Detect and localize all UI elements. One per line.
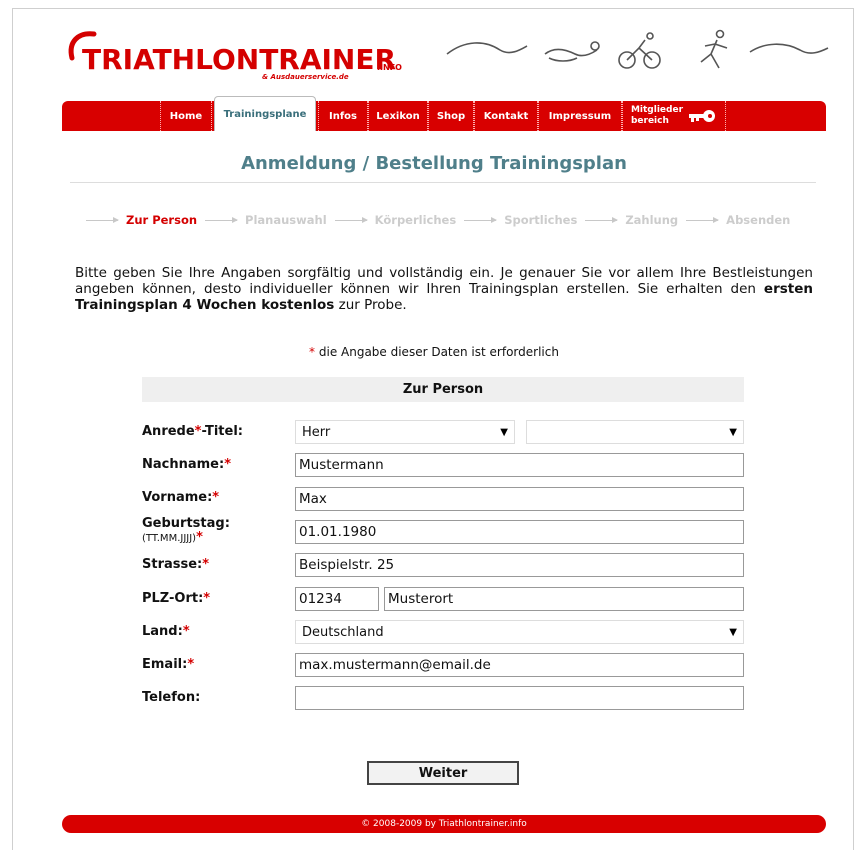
step-absenden: Absenden: [726, 213, 791, 227]
main-nav: Home Trainingsplane Infos Lexikon Shop K…: [62, 96, 826, 131]
step-arrow-icon: [86, 216, 119, 223]
weiter-button[interactable]: Weiter: [367, 761, 519, 785]
step-arrow-icon: [464, 216, 498, 223]
runner-icon: [700, 29, 728, 69]
nachname-label: Nachname:*: [142, 457, 232, 472]
footer-bar: © 2008-2009 by Triathlontrainer.info: [62, 815, 826, 833]
nav-item-mitgliederbereich[interactable]: Mitglieder bereich: [622, 101, 726, 131]
title-divider: [70, 182, 816, 183]
logo-subtitle: & Ausdauerservice.de: [262, 73, 349, 81]
logo-suffix: .INFO: [377, 63, 402, 72]
intro-part-b: zur Probe.: [334, 297, 407, 313]
titel-select[interactable]: ▼: [526, 420, 744, 444]
logo-text[interactable]: TRIATHLONTRAINER: [82, 43, 396, 76]
key-icon: [689, 110, 716, 122]
geburtstag-input[interactable]: 01.01.1980: [295, 520, 744, 544]
anrede-selected-value: Herr: [302, 424, 331, 440]
geburtstag-label: Geburtstag: (TT.MM.JJJJ)*: [142, 516, 230, 545]
cyclist-icon: [618, 32, 661, 69]
vorname-label: Vorname:*: [142, 490, 220, 505]
email-input[interactable]: max.mustermann@email.de: [295, 653, 744, 677]
step-arrow-icon: [205, 216, 239, 223]
step-sportliches: Sportliches: [504, 213, 578, 227]
required-note: * die Angabe dieser Daten ist erforderli…: [0, 345, 868, 359]
progress-steps: Zur Person Planauswahl Körperliches Spor…: [86, 211, 790, 229]
step-zur-person: Zur Person: [126, 213, 198, 227]
strasse-input[interactable]: Beispielstr. 25: [295, 553, 744, 577]
intro-text: Bitte geben Sie Ihre Angaben sorgfältig …: [75, 265, 813, 313]
vorname-input[interactable]: Max: [295, 487, 744, 511]
nav-item-shop[interactable]: Shop: [428, 101, 474, 131]
nav-item-lexikon[interactable]: Lexikon: [368, 101, 428, 131]
anrede-select[interactable]: Herr ▼: [295, 420, 515, 444]
anrede-titel-label: Anrede*-Titel:: [142, 424, 243, 439]
land-select[interactable]: Deutschland ▼: [295, 620, 744, 644]
nav-item-infos[interactable]: Infos: [318, 101, 368, 131]
chevron-down-icon: ▼: [729, 426, 737, 438]
step-koerperliches: Körperliches: [374, 213, 457, 227]
step-arrow-icon: [585, 216, 619, 223]
plz-input[interactable]: 01234: [295, 587, 379, 611]
wave-icon: [749, 43, 829, 54]
member-label-line2: bereich: [630, 116, 669, 126]
telefon-label: Telefon:: [142, 690, 201, 705]
step-arrow-icon: [686, 216, 720, 223]
land-label: Land:*: [142, 624, 190, 639]
swimmer-icon: [544, 41, 600, 62]
ort-input[interactable]: Musterort: [384, 587, 744, 611]
step-arrow-icon: [334, 216, 368, 223]
nachname-input[interactable]: Mustermann: [295, 453, 744, 477]
nav-item-kontakt[interactable]: Kontakt: [474, 101, 538, 131]
land-selected-value: Deutschland: [302, 624, 384, 640]
wave-icon: [446, 42, 528, 55]
chevron-down-icon: ▼: [729, 626, 737, 638]
sports-illustration: [446, 29, 829, 69]
nav-item-impressum[interactable]: Impressum: [538, 101, 622, 131]
page-title: Anmeldung / Bestellung Trainingsplan: [241, 153, 627, 174]
nav-item-trainingsplane[interactable]: Trainingsplane: [214, 96, 316, 131]
step-planauswahl: Planauswahl: [245, 213, 327, 227]
member-label-line1: Mitglieder: [630, 105, 684, 115]
required-note-text: die Angabe dieser Daten ist erforderlich: [315, 345, 559, 359]
chevron-down-icon: ▼: [500, 426, 508, 438]
plz-ort-label: PLZ-Ort:*: [142, 591, 211, 606]
section-heading: Zur Person: [142, 377, 744, 402]
step-zahlung: Zahlung: [625, 213, 679, 227]
intro-part-a: Bitte geben Sie Ihre Angaben sorgfältig …: [75, 265, 813, 297]
email-label: Email:*: [142, 657, 195, 672]
telefon-input[interactable]: [295, 686, 744, 710]
nav-item-home[interactable]: Home: [160, 101, 212, 131]
strasse-label: Strasse:*: [142, 557, 210, 572]
